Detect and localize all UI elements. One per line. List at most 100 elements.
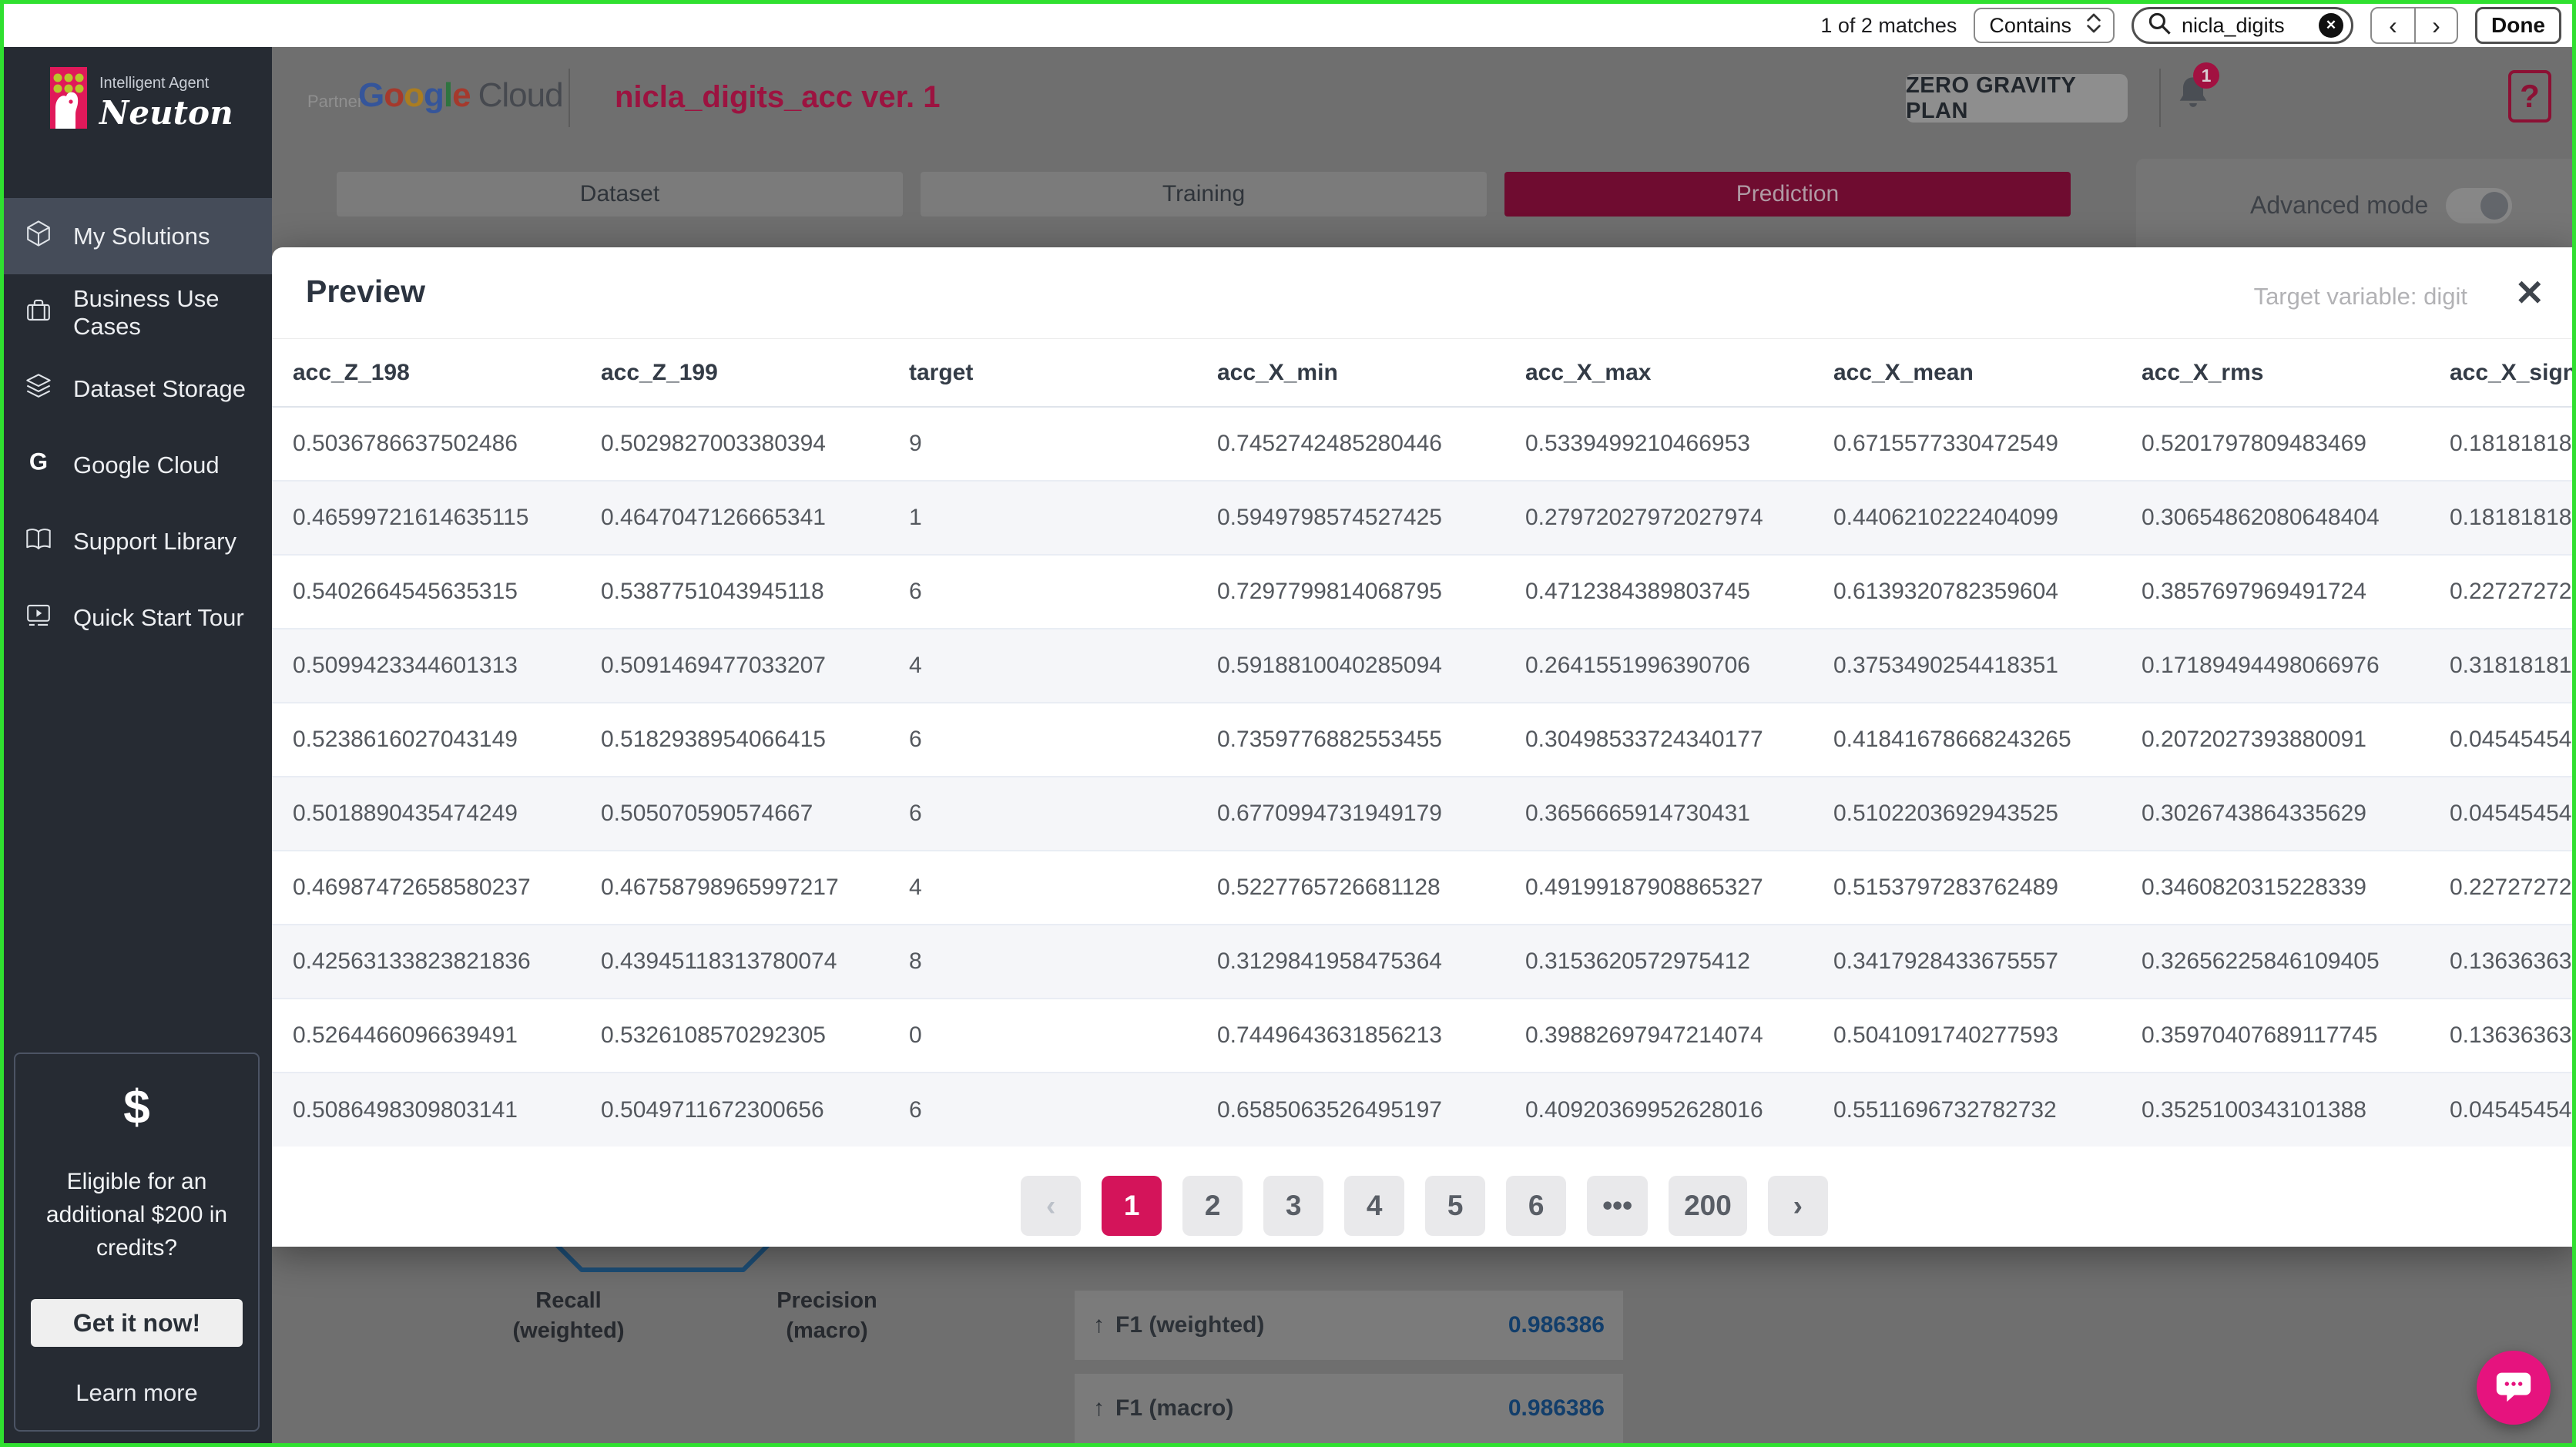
table-row: 0.46987472658580237 0.46758798965997217 4 0… — [272, 850, 2572, 925]
brand-letter: l — [443, 76, 453, 114]
metric-row-f1-weighted: ↑ F1 (weighted) 0.986386 — [1075, 1291, 1623, 1360]
table-cell: 0.6139320782359604 — [1813, 554, 2121, 629]
column-header: target — [888, 339, 1196, 408]
pagination-page-1[interactable]: 1 — [1102, 1176, 1162, 1236]
get-it-now-button[interactable]: Get it now! — [31, 1299, 243, 1347]
find-done-button[interactable]: Done — [2475, 7, 2561, 44]
learn-more-link[interactable]: Learn more — [31, 1379, 243, 1407]
pagination-ellipsis-button[interactable]: ••• — [1587, 1176, 1649, 1236]
close-icon[interactable]: ✕ — [2514, 272, 2544, 314]
sidebar-item-quick-start-tour[interactable]: Quick Start Tour — [4, 579, 272, 656]
pagination-page-5[interactable]: 5 — [1425, 1176, 1486, 1236]
brand-letter: G — [358, 76, 384, 114]
table-cell: 0.5238616027043149 — [272, 702, 580, 777]
chat-widget-button[interactable] — [2477, 1351, 2551, 1425]
logo-tagline: Intelligent Agent — [99, 75, 210, 92]
table-cell: 0 — [888, 998, 1196, 1073]
sidebar-item-my-solutions[interactable]: My Solutions — [4, 198, 272, 274]
table-cell: 0.46987472658580237 — [272, 850, 580, 925]
select-arrows-icon — [2085, 10, 2102, 42]
pagination-next-button[interactable]: › — [1767, 1176, 1828, 1236]
table-cell: 0.5326108570292305 — [580, 998, 888, 1073]
find-next-button[interactable]: › — [2414, 8, 2457, 42]
credits-text: Eligible for an additional $200 in credi… — [45, 1169, 228, 1261]
notifications-bell[interactable]: 1 — [2173, 62, 2219, 121]
help-button[interactable]: ? — [2508, 70, 2551, 123]
arrow-up-icon: ↑ — [1093, 1312, 1105, 1338]
pagination-page-2[interactable]: 2 — [1182, 1176, 1243, 1236]
sidebar-menu: My Solutions Business Use Cases Dataset … — [4, 198, 272, 656]
toggle-knob-icon — [2480, 192, 2508, 220]
arrow-up-icon: ↑ — [1093, 1395, 1105, 1421]
table-row: 0.46599721614635115 0.4647047126665341 1 0.… — [272, 480, 2572, 555]
table-cell: 6 — [888, 1072, 1196, 1147]
radar-label-line: Recall — [535, 1288, 602, 1313]
metric-value: 0.986386 — [1508, 1312, 1605, 1338]
table-cell: 0.2641551996390706 — [1504, 628, 1813, 703]
pagination-page-3[interactable]: 3 — [1263, 1176, 1324, 1236]
table-cell: 6 — [888, 702, 1196, 777]
tab-prediction[interactable]: Prediction — [1504, 172, 2071, 217]
target-variable-label: Target variable: digit — [2253, 283, 2467, 310]
brand-letter: o — [384, 76, 404, 114]
neuton-logo: Intelligent Agent Neuton — [50, 67, 233, 133]
pagination-page-200[interactable]: 200 — [1669, 1176, 1747, 1236]
sidebar-item-support-library[interactable]: Support Library — [4, 503, 272, 579]
chat-bubble-icon — [2493, 1365, 2534, 1411]
brand-letter: e — [452, 76, 471, 114]
table-cell: 0.5182938954066415 — [580, 702, 888, 777]
table-cell: 0.30498533724340177 — [1504, 702, 1813, 777]
table-cell: 0.5264466096639491 — [272, 998, 580, 1073]
table-cell: 0.30654862080648404 — [2121, 480, 2429, 555]
table-cell: 0.5102203692943525 — [1813, 776, 2121, 851]
table-cell: 0.46599721614635115 — [272, 480, 580, 555]
video-tour-icon — [24, 600, 53, 636]
tab-dataset[interactable]: Dataset — [337, 172, 903, 217]
find-mode-select[interactable]: Contains — [1974, 8, 2115, 43]
sidebar-item-business-use-cases[interactable]: Business Use Cases — [4, 274, 272, 351]
table-cell: 0.5099423344601313 — [272, 628, 580, 703]
table-cell: 0.43945118313780074 — [580, 924, 888, 999]
table-cell: 0.4647047126665341 — [580, 480, 888, 555]
briefcase-icon — [24, 295, 53, 331]
table-cell: 0.7297799814068795 — [1196, 554, 1504, 629]
sidebar-item-label: Quick Start Tour — [73, 603, 244, 631]
pagination-prev-button[interactable]: ‹ — [1021, 1176, 1082, 1236]
solution-title: nicla_digits_acc ver. 1 — [615, 80, 941, 114]
preview-table: acc_Z_198 acc_Z_199 target acc_X_min acc… — [272, 339, 2572, 1147]
pagination-page-6[interactable]: 6 — [1506, 1176, 1567, 1236]
radar-axis-label-precision: Precision (macro) — [756, 1286, 898, 1346]
table-cell: 0.5227765726681128 — [1196, 850, 1504, 925]
table-cell: 0.5018890435474249 — [272, 776, 580, 851]
tab-training[interactable]: Training — [921, 172, 1487, 217]
table-cell: 0.35970407689117745 — [2121, 998, 2429, 1073]
table-cell: 8 — [888, 924, 1196, 999]
table-cell: 0.3460820315228339 — [2121, 850, 2429, 925]
preview-title: Preview — [306, 274, 425, 309]
advanced-mode-toggle[interactable] — [2446, 188, 2512, 223]
pagination-page-4[interactable]: 4 — [1344, 1176, 1405, 1236]
table-cell: 0.5091469477033207 — [580, 628, 888, 703]
sidebar-item-google-cloud[interactable]: G Google Cloud — [4, 427, 272, 503]
main-content: Partner Google Cloud nicla_digits_acc ver… — [272, 47, 2572, 1443]
table-cell: 0.42563133823821836 — [272, 924, 580, 999]
table-cell: 0.7449643631856213 — [1196, 998, 1504, 1073]
table-cell: 4 — [888, 628, 1196, 703]
clear-search-icon[interactable]: ✕ — [2319, 13, 2343, 38]
layers-icon — [24, 371, 53, 407]
find-prev-button[interactable]: ‹ — [2372, 8, 2414, 42]
plan-button[interactable]: ZERO GRAVITY PLAN — [1906, 73, 2128, 123]
table-row: 0.5018890435474249 0.505070590574667 6 0.67… — [272, 776, 2572, 851]
metric-row-f1-macro: ↑ F1 (macro) 0.986386 — [1075, 1374, 1623, 1443]
search-icon — [2146, 10, 2174, 42]
partner-label: Partner — [307, 92, 364, 111]
table-cell: 0.5511696732782732 — [1813, 1072, 2121, 1147]
table-cell: 0.49199187908865327 — [1504, 850, 1813, 925]
header-divider — [569, 69, 570, 127]
notification-badge: 1 — [2193, 62, 2219, 89]
find-search-input[interactable] — [2182, 13, 2311, 38]
column-header: acc_Z_199 — [580, 339, 888, 408]
sidebar-item-label: Business Use Cases — [73, 284, 220, 340]
metric-label: F1 (weighted) — [1115, 1312, 1265, 1338]
sidebar-item-dataset-storage[interactable]: Dataset Storage — [4, 351, 272, 427]
